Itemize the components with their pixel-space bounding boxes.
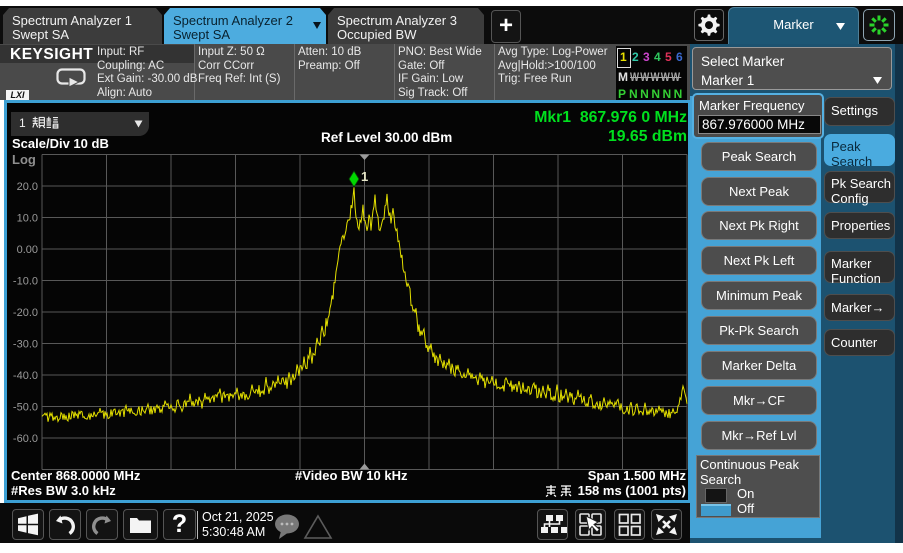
svg-text:0.00: 0.00 — [17, 244, 38, 256]
svg-text:-10.0: -10.0 — [13, 276, 38, 288]
svg-text:1: 1 — [361, 169, 368, 184]
svg-text:-40.0: -40.0 — [13, 370, 38, 382]
svg-text:20.0: 20.0 — [17, 181, 38, 193]
svg-text:-20.0: -20.0 — [13, 307, 38, 319]
svg-text:-50.0: -50.0 — [13, 402, 38, 414]
svg-text:-30.0: -30.0 — [13, 339, 38, 351]
svg-text:-60.0: -60.0 — [13, 433, 38, 445]
svg-text:10.0: 10.0 — [17, 213, 38, 225]
